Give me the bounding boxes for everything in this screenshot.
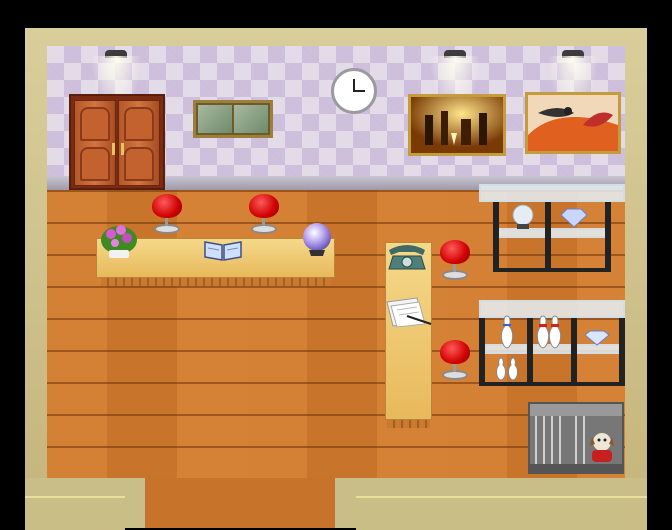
main-counter-front xyxy=(101,278,331,286)
papers-with-pen-icon[interactable] xyxy=(383,296,433,328)
shelf-base xyxy=(493,268,611,272)
side-counter-front xyxy=(387,420,430,428)
shelf-post xyxy=(479,318,485,386)
shelf-base xyxy=(479,382,625,386)
door-handle xyxy=(112,143,115,155)
shelf-post xyxy=(493,202,499,272)
shelf-post xyxy=(571,318,577,386)
stool-seat xyxy=(440,340,470,364)
shop-room xyxy=(47,46,625,478)
door-right-leaf xyxy=(118,100,160,186)
stool-1[interactable] xyxy=(151,192,183,238)
display-shelf-2[interactable] xyxy=(479,300,625,390)
door-panel xyxy=(124,147,154,181)
display-shelf-1[interactable] xyxy=(479,184,625,276)
door-handle xyxy=(121,143,124,155)
door-panel xyxy=(80,107,110,141)
shelf-top xyxy=(479,184,625,202)
stool-4[interactable] xyxy=(439,338,471,384)
stool-seat xyxy=(152,194,182,218)
wall-cap-left xyxy=(25,496,125,530)
clock-hour-hand xyxy=(353,90,365,92)
stool-seat xyxy=(249,194,279,218)
crystal-ball-icon[interactable] xyxy=(301,222,333,260)
doorway-floor xyxy=(145,478,335,528)
crystal-ball-icon[interactable] xyxy=(511,204,535,230)
gem-icon[interactable] xyxy=(583,330,611,346)
door-left-leaf xyxy=(74,100,116,186)
window-pane xyxy=(234,105,268,133)
bird-painting xyxy=(525,92,621,154)
bowling-pin-icon[interactable] xyxy=(493,356,523,382)
stool-seat xyxy=(440,240,470,264)
dog-cage[interactable] xyxy=(528,402,624,474)
wall-cap-right xyxy=(356,496,647,530)
door-panel xyxy=(80,147,110,181)
shelf-post xyxy=(619,318,625,386)
stool-2[interactable] xyxy=(248,192,280,238)
framed-window xyxy=(193,100,273,138)
shelf-post xyxy=(605,202,611,272)
stool-3[interactable] xyxy=(439,238,471,284)
bowling-pin-icon[interactable] xyxy=(495,314,519,350)
telephone-icon[interactable] xyxy=(385,242,429,272)
shelf-post xyxy=(545,202,551,272)
door-panel xyxy=(124,107,154,141)
wine-bottles-painting xyxy=(408,94,506,156)
wall-clock-icon xyxy=(331,68,377,114)
flower-pot-icon[interactable] xyxy=(99,216,139,260)
window-pane xyxy=(198,105,232,133)
double-door[interactable] xyxy=(69,94,165,190)
bowling-pin-icon[interactable] xyxy=(533,314,565,350)
gem-icon[interactable] xyxy=(559,208,589,228)
open-book-icon[interactable] xyxy=(203,240,243,262)
